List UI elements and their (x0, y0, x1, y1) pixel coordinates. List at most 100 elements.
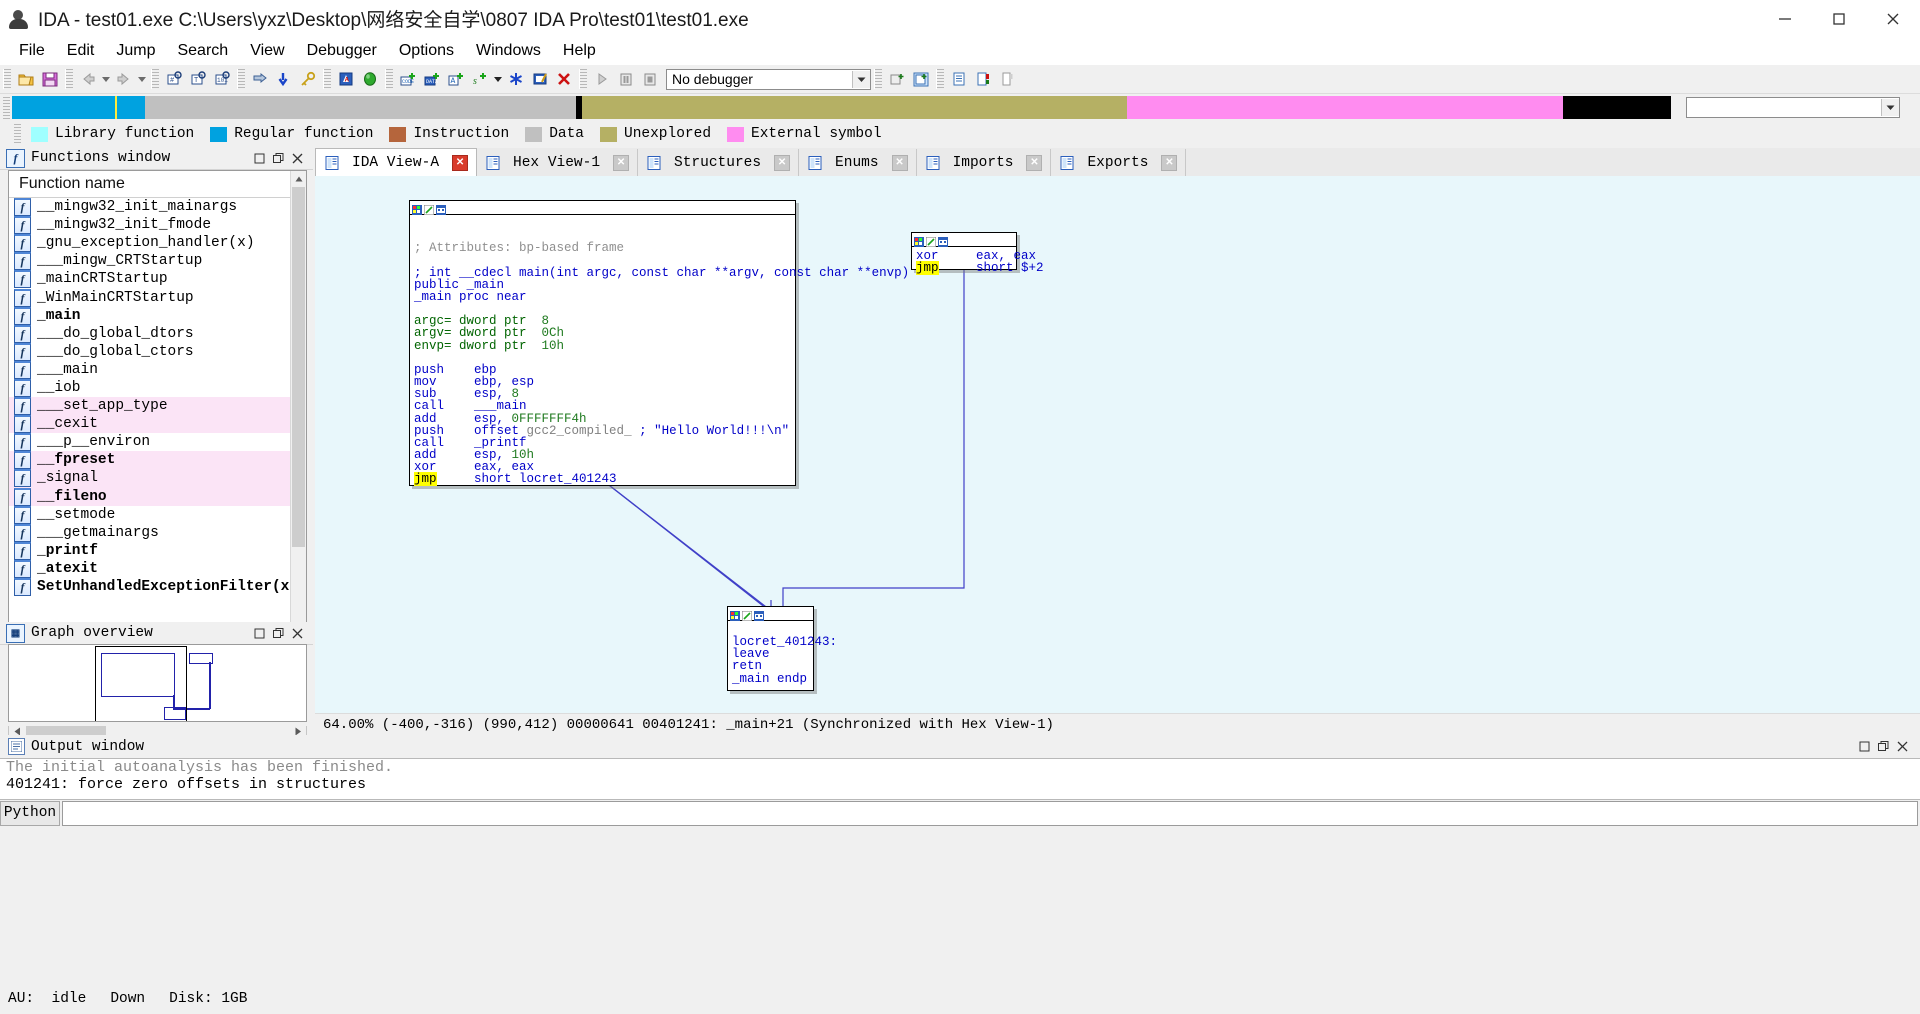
nav-segment-unexplored[interactable] (582, 96, 1127, 119)
menu-windows[interactable]: Windows (465, 40, 552, 62)
function-list-item[interactable]: f ___getmainargs (9, 523, 306, 542)
make-unexplored-icon[interactable] (504, 67, 528, 91)
delete-item-icon[interactable] (552, 67, 576, 91)
menu-help[interactable]: Help (552, 40, 607, 62)
debug-options-icon[interactable] (885, 67, 909, 91)
graph-node-xor-jmp[interactable]: xor eax, eax jmp short $+2 (911, 232, 1044, 276)
tab-close-icon[interactable]: ✕ (774, 154, 791, 171)
search-text-icon[interactable]: T (186, 67, 210, 91)
output-minimize-icon[interactable] (1855, 737, 1874, 756)
function-list-item[interactable]: f ___do_global_ctors (9, 342, 306, 361)
toolbar-grip-8[interactable] (874, 69, 882, 89)
functions-close-icon[interactable] (288, 149, 307, 168)
menu-edit[interactable]: Edit (56, 40, 106, 62)
search-key-icon[interactable] (296, 67, 320, 91)
graph-canvas[interactable]: ; Attributes: bp-based frame ; int __cde… (315, 176, 1920, 713)
function-list-item[interactable]: f ___p__environ (9, 433, 306, 452)
output-close-icon[interactable] (1893, 737, 1912, 756)
make-code-icon[interactable]: CODE (396, 67, 420, 91)
toolbar-grip-4[interactable] (237, 69, 245, 89)
output-log[interactable]: The initial autoanalysis has been finish… (0, 758, 1920, 800)
functions-restore-icon[interactable] (269, 149, 288, 168)
output-restore-icon[interactable] (1874, 737, 1893, 756)
navigation-band-selector[interactable] (1686, 97, 1900, 118)
function-list-item[interactable]: f _signal (9, 469, 306, 488)
node-collapse-icon-3[interactable] (754, 609, 764, 621)
tab-close-icon[interactable]: ✕ (1161, 154, 1178, 171)
tab-hex-view-1[interactable]: Hex View-1 ✕ (477, 149, 639, 176)
function-list-item[interactable]: f __setmode (9, 505, 306, 524)
green-marker-icon[interactable] (358, 67, 382, 91)
open-file-icon[interactable] (14, 67, 38, 91)
function-list-item[interactable]: f __mingw32_init_fmode (9, 216, 306, 235)
nav-segment-library-function[interactable] (12, 96, 99, 119)
legend-grip[interactable] (14, 124, 21, 144)
debug-attach-icon[interactable] (909, 67, 933, 91)
toolbar-grip-7[interactable] (579, 69, 587, 89)
minimize-button[interactable] (1758, 0, 1812, 37)
node-color-icon-2[interactable] (914, 235, 924, 247)
graph-overview-close-icon[interactable] (288, 624, 307, 643)
python-button[interactable]: Python (0, 800, 60, 826)
jump-down-icon[interactable] (272, 67, 296, 91)
graph-overview-minimize-icon[interactable] (250, 624, 269, 643)
node-edit-icon-2[interactable] (925, 235, 937, 247)
tab-exports[interactable]: Exports ✕ (1051, 149, 1187, 176)
nav-segment-tail-black[interactable] (1563, 96, 1672, 119)
toolbar-grip-2[interactable] (65, 69, 73, 89)
search-binary-icon[interactable]: 101 (210, 67, 234, 91)
tab-close-icon[interactable]: ✕ (891, 154, 908, 171)
toolbar-grip-6[interactable] (385, 69, 393, 89)
breakpoints-list-icon[interactable] (947, 67, 971, 91)
function-list-item[interactable]: f __fileno (9, 487, 306, 506)
chevron-down-icon-nav[interactable] (1881, 99, 1899, 116)
functions-list[interactable]: f __mingw32_init_mainargs f __mingw32_init_… (9, 198, 306, 597)
navigate-back-icon[interactable] (76, 67, 100, 91)
node-color-icon[interactable] (412, 203, 422, 215)
tab-enums[interactable]: Enums ✕ (799, 149, 917, 176)
menu-debugger[interactable]: Debugger (296, 40, 388, 62)
graph-overview-canvas[interactable] (8, 644, 307, 722)
overview-viewport[interactable] (95, 646, 187, 721)
edit-function-icon[interactable] (528, 67, 552, 91)
function-list-item[interactable]: f ___set_app_type (9, 397, 306, 416)
breakpoint-toggle-icon[interactable] (971, 67, 995, 91)
function-list-item[interactable]: f ___mingw_CRTStartup (9, 252, 306, 271)
python-input[interactable] (62, 800, 1918, 826)
tab-imports[interactable]: Imports ✕ (916, 149, 1052, 176)
function-list-item[interactable]: f __iob (9, 378, 306, 397)
debugger-select[interactable]: No debugger (666, 68, 871, 90)
jump-to-operand-icon[interactable] (248, 67, 272, 91)
breakpoint-clear-icon[interactable] (995, 67, 1019, 91)
tab-close-icon[interactable]: ✕ (452, 155, 469, 171)
functions-minimize-icon[interactable] (250, 149, 269, 168)
node-edit-icon[interactable] (423, 203, 435, 215)
function-list-item[interactable]: f ___do_global_dtors (9, 324, 306, 343)
menu-view[interactable]: View (239, 40, 295, 62)
navigate-forward-icon[interactable] (112, 67, 136, 91)
nav-segment-external-symbol[interactable] (1126, 96, 1564, 119)
tab-structures[interactable]: Structures ✕ (638, 149, 800, 176)
menu-search[interactable]: Search (166, 40, 239, 62)
function-list-item[interactable]: f _mainCRTStartup (9, 270, 306, 289)
toolbar-grip[interactable] (3, 69, 11, 89)
menu-file[interactable]: File (8, 40, 56, 62)
node-edit-icon-3[interactable] (741, 609, 753, 621)
nav-segment-library-function-3[interactable] (119, 96, 145, 119)
make-struct-icon[interactable]: s (468, 67, 492, 91)
toolbar-grip-5[interactable] (323, 69, 331, 89)
search-hex-icon[interactable]: # (162, 67, 186, 91)
function-list-item[interactable]: f _printf (9, 541, 306, 560)
navigation-band[interactable] (12, 96, 1672, 119)
functions-column-header[interactable]: Function name (9, 171, 306, 198)
toolbar-grip-9[interactable] (936, 69, 944, 89)
nav-segment-data[interactable] (144, 96, 577, 119)
make-ascii-icon[interactable]: A (444, 67, 468, 91)
function-list-item[interactable]: f _atexit (9, 559, 306, 578)
function-list-item[interactable]: f ___main (9, 360, 306, 379)
function-list-item[interactable]: f __mingw32_init_mainargs (9, 198, 306, 217)
close-button[interactable] (1866, 0, 1920, 37)
function-list-item[interactable]: f __fpreset (9, 451, 306, 470)
graph-overview-restore-icon[interactable] (269, 624, 288, 643)
save-file-icon[interactable] (38, 67, 62, 91)
